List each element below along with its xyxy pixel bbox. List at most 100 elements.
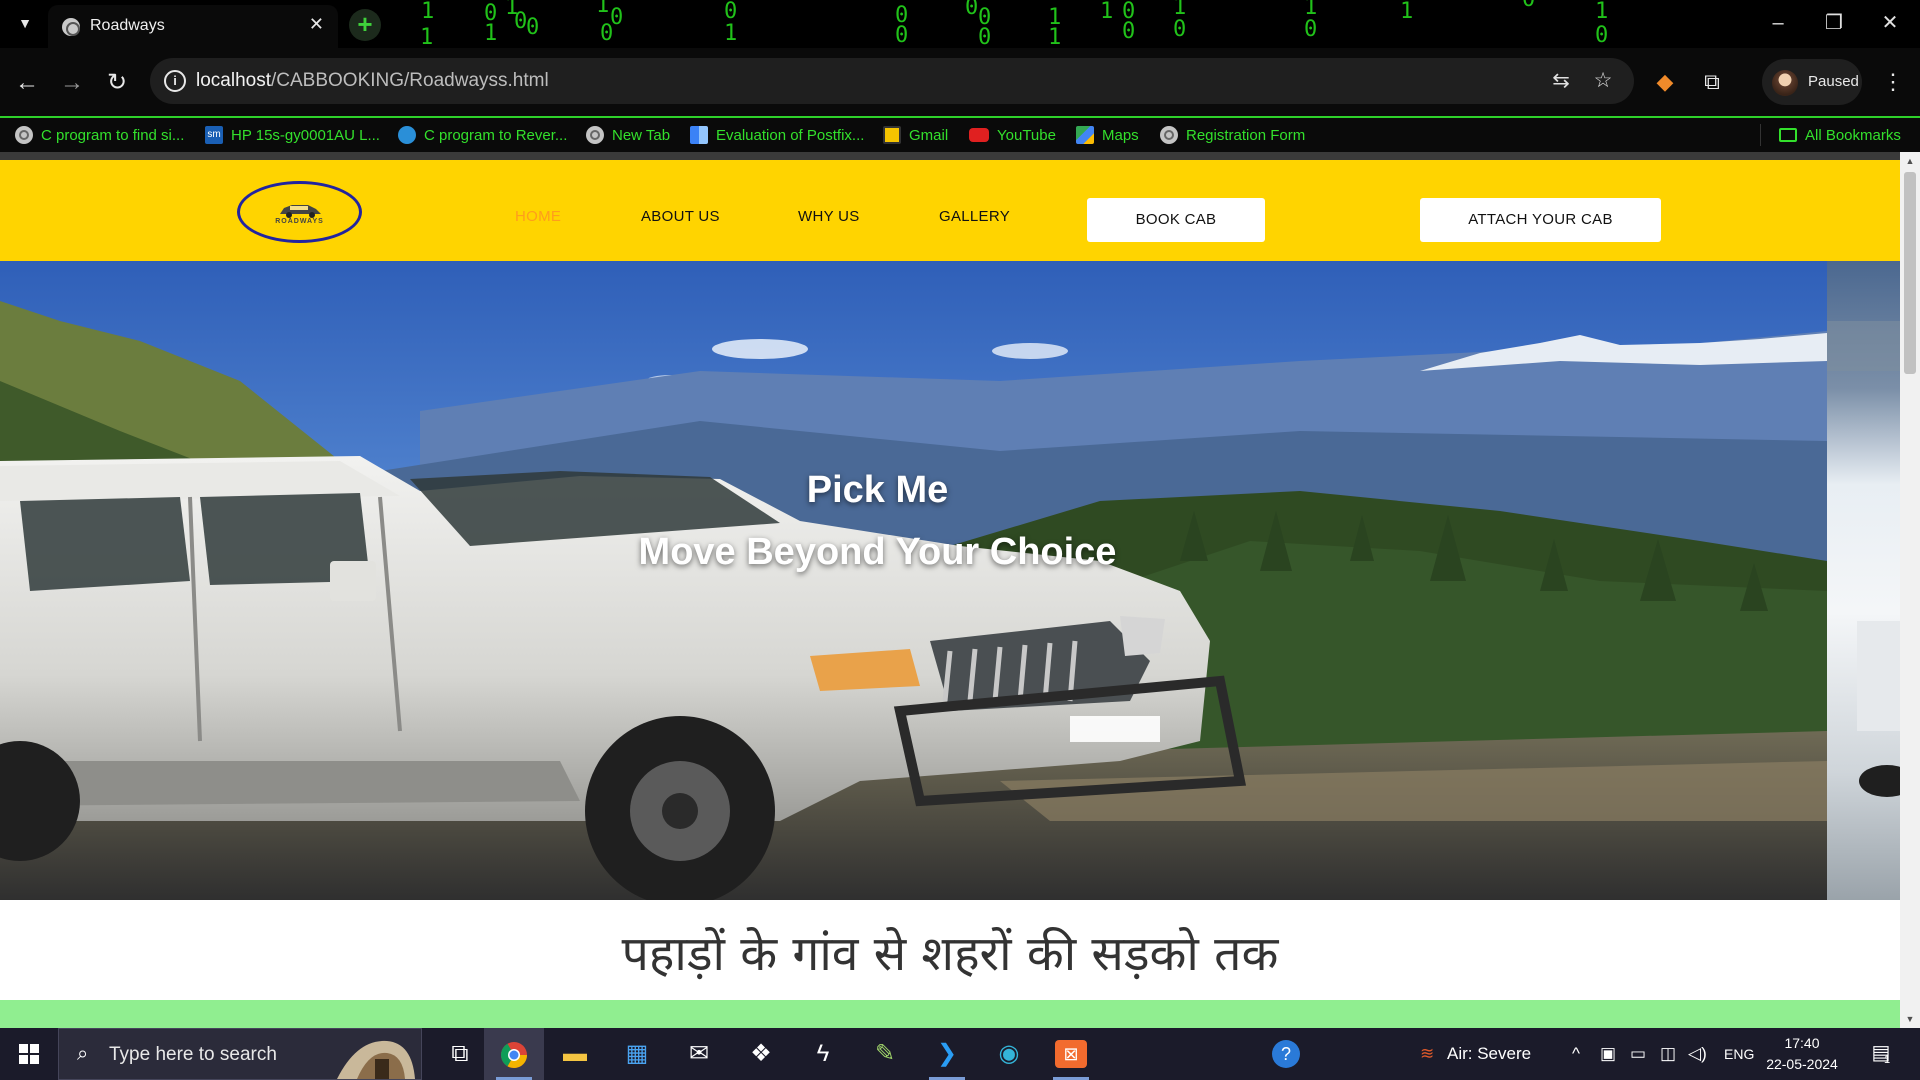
nav-why-us[interactable]: WHY US xyxy=(798,208,860,225)
svg-text:0: 0 xyxy=(526,15,539,40)
meet-icon[interactable]: ◫ xyxy=(1660,1028,1676,1080)
forward-icon[interactable]: → xyxy=(55,66,89,100)
nav-home[interactable]: HOME xyxy=(515,208,561,225)
svg-text:1: 1 xyxy=(484,21,497,46)
extensions-icon[interactable]: ⧉ xyxy=(1695,65,1729,99)
task-view-button[interactable]: ⧉ xyxy=(430,1028,490,1080)
maps-icon xyxy=(1076,126,1094,144)
globe-icon xyxy=(586,126,604,144)
svg-text:0: 0 xyxy=(1122,19,1135,44)
network-icon[interactable]: ▣ xyxy=(1600,1028,1616,1080)
dropbox-icon: ❖ xyxy=(750,1040,772,1067)
tab-search-dropdown[interactable]: ▼ xyxy=(14,12,36,34)
bookmarks-bar: C program to find si... sm HP 15s-gy0001A… xyxy=(0,116,1920,152)
attach-your-cab-button[interactable]: ATTACH YOUR CAB xyxy=(1420,198,1661,242)
book-cab-button[interactable]: BOOK CAB xyxy=(1087,198,1265,242)
profile-button[interactable]: Paused xyxy=(1762,59,1862,105)
taskbar-xampp[interactable]: ⊠ xyxy=(1041,1028,1101,1080)
reload-icon[interactable]: ↻ xyxy=(100,66,134,100)
site-info-icon[interactable]: i xyxy=(164,70,186,92)
svg-text:1: 1 xyxy=(596,0,609,18)
weather-widget[interactable]: ≋ Air: Severe xyxy=(1420,1028,1531,1080)
svg-text:0: 0 xyxy=(1173,17,1186,42)
roadways-logo[interactable]: ROADWAYS xyxy=(237,181,362,243)
taskbar-help[interactable]: ? xyxy=(1256,1028,1316,1080)
taskbar-search-box[interactable]: ⌕ Type here to search xyxy=(58,1028,422,1080)
bookmark-item[interactable]: Maps xyxy=(1076,124,1139,146)
taskbar-app-tools[interactable]: ✎ xyxy=(855,1028,915,1080)
bookmark-item[interactable]: C program to find si... xyxy=(15,124,184,146)
windows-start-button[interactable] xyxy=(0,1028,58,1080)
url-text[interactable]: localhost/CABBOOKING/Roadwayss.html xyxy=(196,70,549,92)
minimize-icon[interactable]: – xyxy=(1758,8,1798,38)
taskbar-store[interactable]: ▦ xyxy=(607,1028,667,1080)
close-window-icon[interactable]: ✕ xyxy=(1870,8,1910,38)
svg-text:1: 1 xyxy=(1595,0,1608,24)
new-tab-button[interactable]: + xyxy=(349,9,381,41)
show-hidden-icons[interactable]: ^ xyxy=(1572,1028,1580,1080)
svg-text:1: 1 xyxy=(1400,0,1413,24)
gmail-icon xyxy=(883,126,901,144)
taskbar-vscode[interactable]: ❯ xyxy=(917,1028,977,1080)
clock-time: 17:40 xyxy=(1784,1035,1820,1051)
volume-icon[interactable]: ◁) xyxy=(1688,1028,1707,1080)
nav-gallery[interactable]: GALLERY xyxy=(939,208,1010,225)
profile-status: Paused xyxy=(1808,73,1859,90)
svg-text:1: 1 xyxy=(421,0,434,24)
language-indicator[interactable]: ENG xyxy=(1724,1028,1754,1080)
taskbar-file-explorer[interactable]: ▬ xyxy=(545,1028,605,1080)
notification-center[interactable]: ▤ 1 xyxy=(1866,1040,1896,1070)
hero-title: Pick Me xyxy=(806,469,949,511)
address-bar[interactable]: i localhost/CABBOOKING/Roadwayss.html ⇆ … xyxy=(150,58,1634,104)
avatar xyxy=(1772,70,1798,96)
taskbar-chrome[interactable] xyxy=(484,1028,544,1080)
folder-icon xyxy=(1779,128,1797,142)
bolt-icon: ϟ xyxy=(816,1040,830,1067)
taskbar-dropbox[interactable]: ❖ xyxy=(731,1028,791,1080)
taskbar-mail[interactable]: ✉ xyxy=(669,1028,729,1080)
vscode-icon: ❯ xyxy=(936,1040,958,1067)
tab-roadways[interactable]: Roadways ✕ xyxy=(48,5,338,48)
battery-icon[interactable]: ▭ xyxy=(1630,1028,1646,1080)
edge-icon: ◉ xyxy=(998,1040,1020,1067)
translate-icon[interactable]: ⇆ xyxy=(1548,68,1574,94)
bookmark-star-icon[interactable]: ☆ xyxy=(1590,68,1616,94)
grid-icon xyxy=(690,126,708,144)
restore-icon[interactable]: ❐ xyxy=(1814,8,1854,38)
bookmark-item[interactable]: Registration Form xyxy=(1160,124,1305,146)
close-icon[interactable]: ✕ xyxy=(309,14,324,35)
mail-icon: ✉ xyxy=(688,1040,710,1067)
taskbar-app-bolt[interactable]: ϟ xyxy=(793,1028,853,1080)
bookmark-item[interactable]: Evaluation of Postfix... xyxy=(690,124,864,146)
bookmark-item[interactable]: YouTube xyxy=(969,124,1056,146)
scrollbar-thumb[interactable] xyxy=(1904,172,1916,374)
svg-text:1: 1 xyxy=(1048,25,1061,48)
folder-icon: ▬ xyxy=(563,1040,587,1067)
scroll-down-icon[interactable]: ▼ xyxy=(1900,1010,1920,1028)
bookmark-item[interactable]: sm HP 15s-gy0001AU L... xyxy=(205,124,380,146)
xampp-icon: ⊠ xyxy=(1055,1040,1087,1068)
store-icon: ▦ xyxy=(625,1040,649,1067)
search-highlight-image xyxy=(337,1040,415,1079)
back-icon[interactable]: ← xyxy=(10,66,44,100)
nav-about-us[interactable]: ABOUT US xyxy=(641,208,720,225)
air-quality-icon: ≋ xyxy=(1420,1044,1435,1063)
scroll-up-icon[interactable]: ▲ xyxy=(1900,152,1920,170)
menu-icon[interactable]: ⋮ xyxy=(1876,65,1910,99)
bookmark-item[interactable]: New Tab xyxy=(586,124,670,146)
page-scrollbar[interactable]: ▲ ▼ xyxy=(1900,152,1920,1028)
green-section-band xyxy=(0,1000,1900,1028)
system-clock[interactable]: 17:40 22-05-2024 xyxy=(1762,1033,1842,1075)
bookmark-item[interactable]: C program to Rever... xyxy=(398,124,567,146)
logo-text: ROADWAYS xyxy=(275,218,324,225)
clock-date: 22-05-2024 xyxy=(1766,1056,1838,1072)
browser-toolbar: ← → ↻ i localhost/CABBOOKING/Roadwayss.h… xyxy=(0,48,1920,116)
taskbar-edge[interactable]: ◉ xyxy=(979,1028,1039,1080)
page-viewport: ROADWAYS HOME ABOUT US WHY US GALLERY BO… xyxy=(0,152,1920,1028)
svg-text:0: 0 xyxy=(1522,0,1535,12)
next-slide-preview xyxy=(1827,261,1900,900)
metamask-extension-icon[interactable]: ◆ xyxy=(1648,65,1682,99)
bookmark-item[interactable]: Gmail xyxy=(883,124,948,146)
svg-text:0: 0 xyxy=(978,25,991,48)
all-bookmarks-button[interactable]: All Bookmarks xyxy=(1760,124,1901,146)
